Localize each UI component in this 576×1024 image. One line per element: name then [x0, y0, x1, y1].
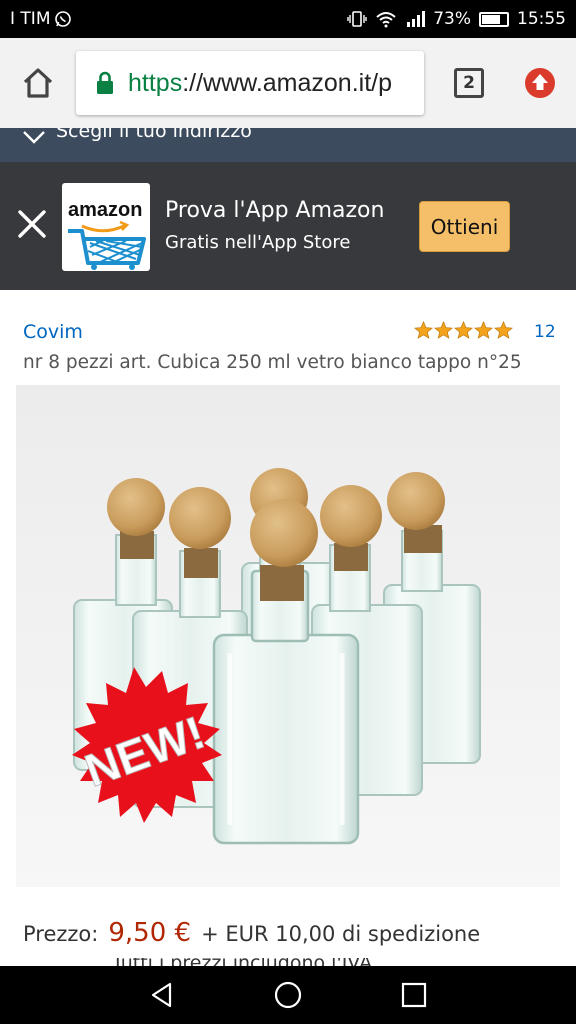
brand-link[interactable]: Covim [23, 321, 83, 343]
vibrate-icon [347, 11, 367, 27]
home-icon [23, 68, 53, 98]
url-rest: ://www.amazon.it/p [182, 68, 393, 97]
location-pin-icon [23, 131, 45, 144]
url-text: https://www.amazon.it/p [128, 69, 392, 98]
price-label: Prezzo: [23, 922, 99, 946]
battery-icon [479, 11, 509, 27]
delivery-address-text: Scegli il tuo indirizzo [56, 128, 252, 142]
status-right: 73% 15:55 [347, 9, 566, 29]
app-banner: amazon Prova l'App Amazon Gratis nell'Ap… [0, 162, 576, 290]
star-icon [454, 321, 473, 339]
price-row: Prezzo: 9,50 € + EUR 10,00 di spedizione [23, 918, 480, 948]
star-icon [474, 321, 493, 339]
status-left: I TIM [10, 9, 72, 29]
battery-percent: 73% [433, 9, 471, 29]
shipping-cost: + EUR 10,00 di spedizione [201, 922, 481, 946]
home-circle-icon[interactable] [273, 980, 303, 1010]
smile-arrow-icon [68, 220, 146, 270]
update-button[interactable] [504, 38, 576, 128]
home-button[interactable] [0, 38, 76, 128]
tab-switcher-button[interactable]: 2 [434, 38, 504, 128]
app-banner-title: Prova l'App Amazon [165, 198, 385, 223]
wifi-icon [376, 12, 396, 28]
recents-icon[interactable] [400, 981, 428, 1009]
browser-toolbar: https://www.amazon.it/p 2 [0, 38, 576, 128]
product-title: nr 8 pezzi art. Cubica 250 ml vetro bian… [23, 352, 522, 373]
status-bar: I TIM 73% 15:55 [0, 0, 576, 38]
url-bar[interactable]: https://www.amazon.it/p [76, 51, 424, 115]
carrier-label: I TIM [10, 9, 51, 29]
signal-icon [407, 11, 426, 27]
back-icon[interactable] [148, 981, 176, 1009]
clock: 15:55 [517, 9, 566, 29]
delivery-address-strip[interactable]: Scegli il tuo indirizzo [0, 128, 576, 162]
url-scheme: https [128, 68, 183, 97]
get-app-button[interactable]: Ottieni [419, 201, 510, 252]
product-image[interactable]: NEW! [16, 385, 560, 887]
app-banner-subtitle: Gratis nell'App Store [165, 232, 351, 253]
lock-icon [97, 71, 113, 94]
tab-count: 2 [454, 68, 484, 98]
update-arrow-icon [525, 68, 555, 98]
whatsapp-icon [55, 11, 72, 27]
close-icon[interactable] [14, 206, 50, 242]
system-nav-bar [0, 966, 576, 1024]
review-count-link[interactable]: 12 [534, 322, 556, 342]
price-value: 9,50 € [108, 918, 192, 948]
star-icon [434, 321, 453, 339]
star-icon [414, 321, 433, 339]
amazon-app-logo: amazon [62, 183, 150, 271]
star-icon [494, 321, 513, 339]
star-rating[interactable] [414, 321, 513, 340]
